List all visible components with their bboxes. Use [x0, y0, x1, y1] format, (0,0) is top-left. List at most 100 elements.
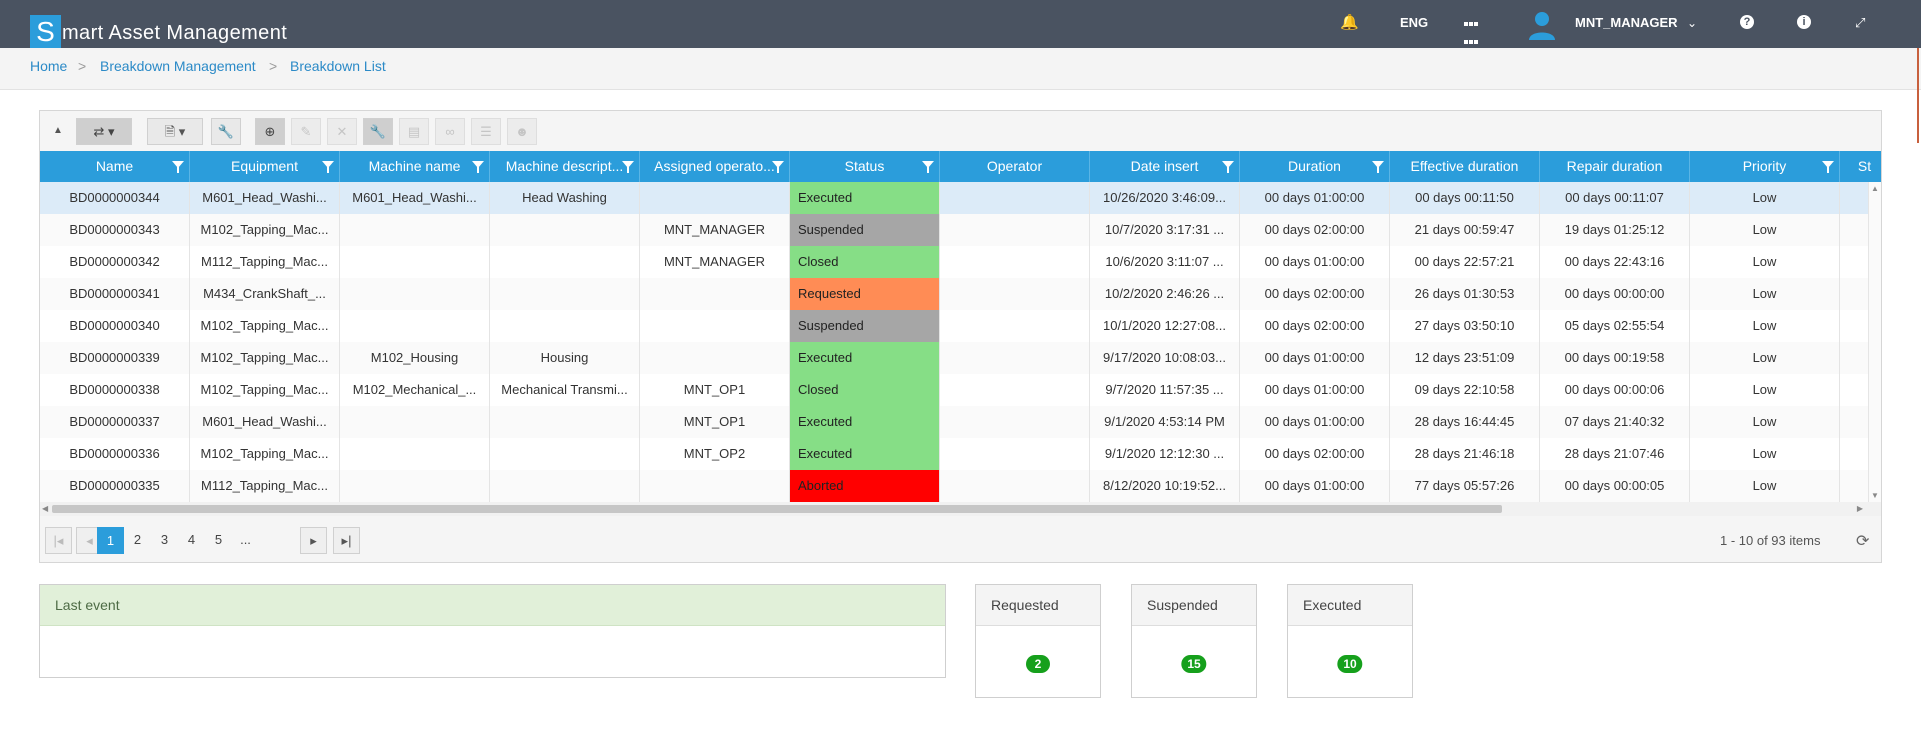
- table-row[interactable]: BD0000000342 M112_Tapping_Mac... MNT_MANAG…: [40, 246, 1868, 278]
- table-row[interactable]: BD0000000335 M112_Tapping_Mac... Aborted 8/…: [40, 470, 1868, 502]
- column-header[interactable]: Status: [790, 151, 940, 182]
- column-header[interactable]: Equipment: [190, 151, 340, 182]
- collapse-toolbar-button[interactable]: ▲: [47, 118, 69, 145]
- table-cell: M102_Tapping_Mac...: [190, 342, 340, 374]
- app-logo[interactable]: S: [30, 15, 61, 48]
- table-cell: Low: [1690, 278, 1840, 310]
- table-cell: M102_Tapping_Mac...: [190, 374, 340, 406]
- table-cell: 26 days 01:30:53: [1390, 278, 1540, 310]
- column-header[interactable]: Name: [40, 151, 190, 182]
- avatar[interactable]: [1526, 8, 1558, 40]
- table-cell: 00 days 01:00:00: [1240, 342, 1390, 374]
- language-selector[interactable]: ENG: [1400, 14, 1428, 32]
- filter-icon[interactable]: [472, 161, 484, 173]
- table-row[interactable]: BD0000000339 M102_Tapping_Mac... M102_Hous…: [40, 342, 1868, 374]
- refresh-icon[interactable]: ⟳: [1856, 531, 1869, 551]
- column-header[interactable]: St: [1840, 151, 1881, 182]
- column-header[interactable]: Operator: [940, 151, 1090, 182]
- delete-button[interactable]: ✕: [327, 118, 357, 145]
- table-row[interactable]: BD0000000344 M601_Head_Washi... M601_Head_…: [40, 182, 1868, 214]
- list-button[interactable]: ☰: [471, 118, 501, 145]
- column-header[interactable]: Machine name: [340, 151, 490, 182]
- column-header[interactable]: Date insert: [1090, 151, 1240, 182]
- filter-icon[interactable]: [322, 161, 334, 173]
- breadcrumb-breakdown-list[interactable]: Breakdown List: [290, 58, 386, 74]
- filter-icon[interactable]: [172, 161, 184, 173]
- table-cell: BD0000000341: [40, 278, 190, 310]
- table-cell: [340, 406, 490, 438]
- table-cell: [340, 214, 490, 246]
- page-number-4[interactable]: 4: [178, 527, 205, 554]
- status-cell: Suspended: [790, 310, 940, 342]
- table-row[interactable]: BD0000000336 M102_Tapping_Mac... MNT_OP2 Ex…: [40, 438, 1868, 470]
- filter-icon[interactable]: [1372, 161, 1384, 173]
- table-row[interactable]: BD0000000337 M601_Head_Washi... MNT_OP1 Exe…: [40, 406, 1868, 438]
- horizontal-scrollbar[interactable]: ◀ ▶: [40, 502, 1881, 516]
- status-cell: Executed: [790, 438, 940, 470]
- table-cell: 00 days 00:00:06: [1540, 374, 1690, 406]
- vertical-scrollbar[interactable]: ▲ ▼: [1868, 182, 1881, 502]
- edit-button[interactable]: ✎: [291, 118, 321, 145]
- status-cell: Executed: [790, 406, 940, 438]
- add-button[interactable]: ⊕: [255, 118, 285, 145]
- table-cell: [1840, 406, 1868, 438]
- user-name[interactable]: MNT_MANAGER: [1575, 14, 1678, 32]
- column-header[interactable]: Priority: [1690, 151, 1840, 182]
- table-cell: [640, 182, 790, 214]
- page-ellipsis[interactable]: ...: [232, 527, 259, 554]
- bell-icon[interactable]: 🔔: [1340, 14, 1359, 32]
- help-icon[interactable]: ?: [1740, 15, 1754, 29]
- fullscreen-icon[interactable]: ⤢: [1855, 14, 1865, 32]
- table-cell: M601_Head_Washi...: [190, 182, 340, 214]
- filter-icon[interactable]: [622, 161, 634, 173]
- document-dropdown-button[interactable]: 🗎 ▾: [147, 118, 203, 145]
- info-icon[interactable]: i: [1797, 15, 1811, 29]
- column-header[interactable]: Assigned operato...: [640, 151, 790, 182]
- column-header[interactable]: Repair duration: [1540, 151, 1690, 182]
- filter-icon[interactable]: [772, 161, 784, 173]
- table-cell: BD0000000335: [40, 470, 190, 502]
- breadcrumb: Home > Breakdown Management > Breakdown …: [0, 48, 1921, 90]
- table-cell: 9/1/2020 12:12:30 ...: [1090, 438, 1240, 470]
- last-page-button[interactable]: ▸|: [333, 527, 360, 554]
- table-cell: [940, 310, 1090, 342]
- table-cell: 28 days 21:46:18: [1390, 438, 1540, 470]
- first-page-button[interactable]: |◂: [45, 527, 72, 554]
- table-cell: [1840, 182, 1868, 214]
- sync-dropdown-button[interactable]: ⇄ ▾: [76, 118, 132, 145]
- apps-grid-icon[interactable]: [1463, 14, 1479, 62]
- link-button[interactable]: ∞: [435, 118, 465, 145]
- page-number-2[interactable]: 2: [124, 527, 151, 554]
- assign-user-button[interactable]: ☻: [507, 118, 537, 145]
- stat-card-suspended[interactable]: Suspended 15: [1131, 584, 1257, 698]
- column-header[interactable]: Duration: [1240, 151, 1390, 182]
- table-row[interactable]: BD0000000338 M102_Tapping_Mac... M102_Mech…: [40, 374, 1868, 406]
- filter-icon[interactable]: [1822, 161, 1834, 173]
- next-page-button[interactable]: ▸: [300, 527, 327, 554]
- filter-icon[interactable]: [1222, 161, 1234, 173]
- stat-card-executed[interactable]: Executed 10: [1287, 584, 1413, 698]
- table-row[interactable]: BD0000000341 M434_CrankShaft_... Requested…: [40, 278, 1868, 310]
- breadcrumb-breakdown-management[interactable]: Breakdown Management: [100, 58, 256, 74]
- repair-button[interactable]: 🔧: [363, 118, 393, 145]
- stat-card-requested[interactable]: Requested 2: [975, 584, 1101, 698]
- page-number-5[interactable]: 5: [205, 527, 232, 554]
- table-cell: Low: [1690, 470, 1840, 502]
- horizontal-scroll-thumb[interactable]: [52, 505, 1502, 513]
- column-header[interactable]: Machine descript...: [490, 151, 640, 182]
- table-cell: BD0000000336: [40, 438, 190, 470]
- table-cell: Low: [1690, 182, 1840, 214]
- breadcrumb-home[interactable]: Home: [30, 58, 67, 74]
- column-header[interactable]: Effective duration: [1390, 151, 1540, 182]
- chevron-down-icon[interactable]: ⌄: [1687, 14, 1697, 32]
- export-button[interactable]: ▤: [399, 118, 429, 145]
- table-cell: M102_Tapping_Mac...: [190, 214, 340, 246]
- table-row[interactable]: BD0000000340 M102_Tapping_Mac... Suspended…: [40, 310, 1868, 342]
- breadcrumb-separator: >: [269, 58, 278, 74]
- status-cell: Suspended: [790, 214, 940, 246]
- table-row[interactable]: BD0000000343 M102_Tapping_Mac... MNT_MANAG…: [40, 214, 1868, 246]
- wrench-button[interactable]: 🔧: [211, 118, 241, 145]
- page-number-1[interactable]: 1: [97, 527, 124, 554]
- filter-icon[interactable]: [922, 161, 934, 173]
- page-number-3[interactable]: 3: [151, 527, 178, 554]
